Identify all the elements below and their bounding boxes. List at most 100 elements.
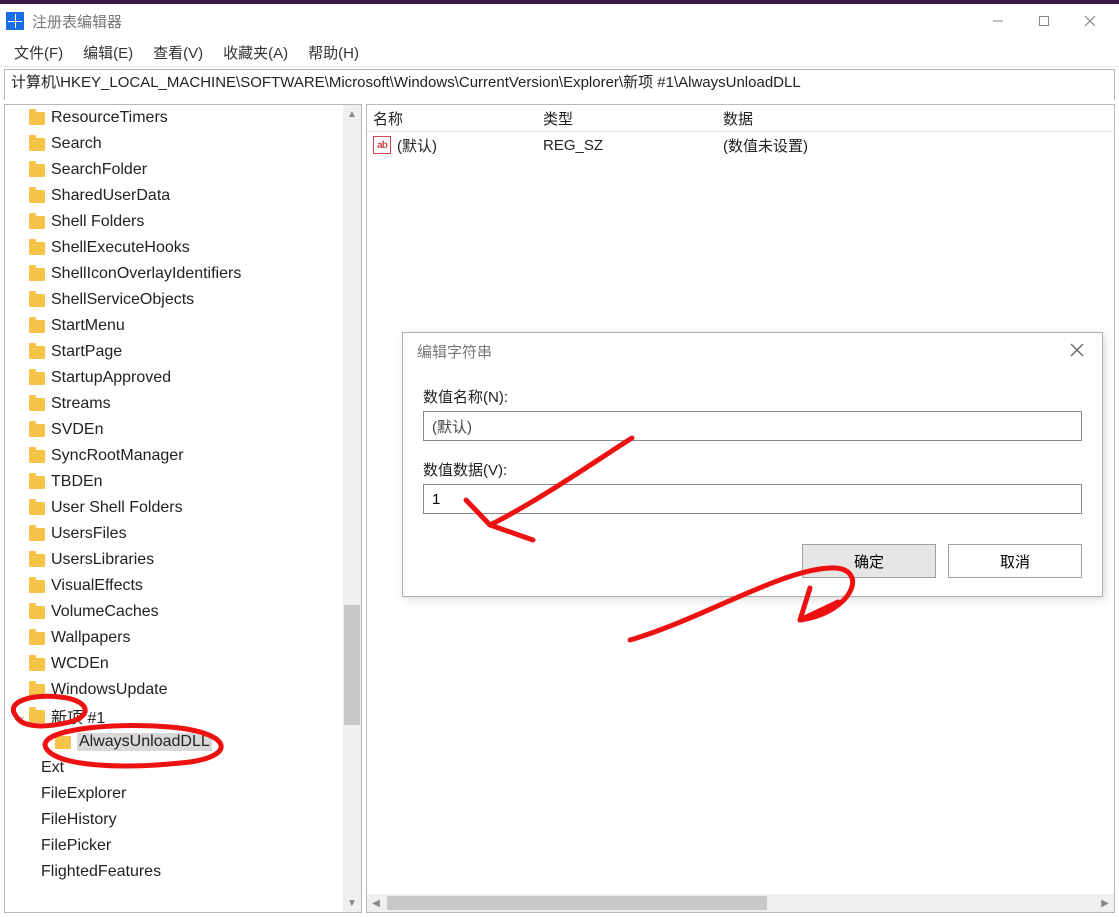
tree-item-label: Shell Folders [51,213,144,231]
tree-item[interactable]: TBDEn [5,469,343,495]
maximize-button[interactable] [1021,6,1067,36]
tree-item-label: UsersFiles [51,525,127,543]
tree-item[interactable]: WCDEn [5,651,343,677]
tree-item-label: ShellIconOverlayIdentifiers [51,265,241,283]
folder-icon [29,528,45,541]
tree-item-label: VisualEffects [51,577,143,595]
ok-button[interactable]: 确定 [802,544,936,578]
tree-item-label: UsersLibraries [51,551,154,569]
tree-item[interactable]: StartupApproved [5,365,343,391]
tree-item-label: SharedUserData [51,187,170,205]
folder-icon [29,164,45,177]
tree-item[interactable]: UsersLibraries [5,547,343,573]
tree-item-label: StartPage [51,343,122,361]
edit-string-dialog: 编辑字符串 数值名称(N): 数值数据(V): 确定 取消 [402,332,1103,597]
value-name-label: 数值名称(N): [423,386,1082,407]
tree-item[interactable]: StartMenu [5,313,343,339]
col-header-data[interactable]: 数据 [723,108,1114,129]
folder-icon [29,580,45,593]
tree-item[interactable]: WindowsUpdate [5,677,343,703]
tree-items[interactable]: ResourceTimers SearchSearchFolder SharedUs… [5,105,343,912]
folder-icon [29,710,45,723]
scroll-thumb[interactable] [344,605,360,725]
address-bar[interactable]: 计算机\HKEY_LOCAL_MACHINE\SOFTWARE\Microsof… [4,69,1115,101]
title-bar: 注册表编辑器 [0,0,1119,38]
tree-item[interactable]: Streams [5,391,343,417]
tree-item[interactable]: FileHistory [5,807,343,833]
folder-icon [29,398,45,411]
tree-item[interactable]: ⌄新项 #1 [5,703,343,729]
tree-item-label: FlightedFeatures [41,863,161,881]
minimize-button[interactable] [975,6,1021,36]
value-data-label: 数值数据(V): [423,459,1082,480]
tree-item[interactable]: FilePicker [5,833,343,859]
tree-item[interactable]: ResourceTimers [5,105,343,131]
col-header-name[interactable]: 名称 [373,108,543,129]
cell-name: (默认) [397,135,543,156]
tree-item[interactable]: SyncRootManager [5,443,343,469]
dialog-close-button[interactable] [1064,341,1090,362]
hscroll-thumb[interactable] [387,896,767,910]
tree-item-label: ShellExecuteHooks [51,239,190,257]
tree-item-label: SyncRootManager [51,447,184,465]
folder-icon [29,658,45,671]
folder-icon [29,450,45,463]
close-icon [1084,15,1096,27]
tree-item[interactable]: AlwaysUnloadDLL [5,729,343,755]
cancel-button[interactable]: 取消 [948,544,1082,578]
close-button[interactable] [1067,6,1113,36]
tree-item[interactable]: VolumeCaches [5,599,343,625]
window-title: 注册表编辑器 [32,11,975,32]
tree-item[interactable]: Ext [5,755,343,781]
scroll-right-icon[interactable]: ▶ [1096,898,1114,909]
value-name-input[interactable] [423,411,1082,441]
dialog-buttons: 确定 取消 [403,528,1102,596]
tree-scrollbar[interactable]: ▲ ▼ [343,105,361,912]
tree-item[interactable]: ShellIconOverlayIdentifiers [5,261,343,287]
tree-item[interactable]: VisualEffects [5,573,343,599]
tree-item[interactable]: Search [5,131,343,157]
menu-edit[interactable]: 编辑(E) [73,40,143,65]
tree-item-label: SVDEn [51,421,103,439]
folder-icon [29,684,45,697]
tree-item[interactable]: User Shell Folders [5,495,343,521]
string-value-icon: ab [373,136,391,154]
tree-item[interactable]: FlightedFeatures [5,859,343,885]
tree-item[interactable]: FileExplorer [5,781,343,807]
tree-item-label: Wallpapers [51,629,130,647]
menu-file[interactable]: 文件(F) [4,40,73,65]
scroll-left-icon[interactable]: ◀ [367,898,385,909]
col-header-type[interactable]: 类型 [543,108,723,129]
tree-item[interactable]: ShellExecuteHooks [5,235,343,261]
menu-bar: 文件(F) 编辑(E) 查看(V) 收藏夹(A) 帮助(H) [0,38,1119,67]
list-row[interactable]: ab (默认) REG_SZ (数值未设置) [367,132,1114,158]
scroll-down-icon[interactable]: ▼ [343,894,361,912]
app-icon [6,12,24,30]
list-hscrollbar[interactable]: ◀ ▶ [367,894,1114,912]
tree-item[interactable]: UsersFiles [5,521,343,547]
tree-item-label: VolumeCaches [51,603,159,621]
menu-view[interactable]: 查看(V) [143,40,213,65]
value-data-input[interactable] [423,484,1082,514]
tree-item-label: User Shell Folders [51,499,183,517]
tree-item[interactable]: StartPage [5,339,343,365]
tree-item-label: WCDEn [51,655,109,673]
tree-item[interactable]: Shell Folders [5,209,343,235]
menu-favorites[interactable]: 收藏夹(A) [213,40,298,65]
tree-item[interactable]: ShellServiceObjects [5,287,343,313]
menu-help[interactable]: 帮助(H) [298,40,369,65]
folder-icon [29,242,45,255]
scroll-up-icon[interactable]: ▲ [343,105,361,123]
dialog-body: 数值名称(N): 数值数据(V): [403,370,1102,528]
folder-icon [29,268,45,281]
tree-item-label: FileHistory [41,811,117,829]
tree-item-label: FileExplorer [41,785,126,803]
tree-item-label: 新项 #1 [51,704,105,728]
folder-icon [29,346,45,359]
tree-item[interactable]: Wallpapers [5,625,343,651]
tree-item[interactable]: SharedUserData [5,183,343,209]
tree-item[interactable]: SVDEn [5,417,343,443]
tree-item-label: ResourceTimers [51,109,168,127]
tree-item[interactable]: SearchFolder [5,157,343,183]
dialog-titlebar[interactable]: 编辑字符串 [403,333,1102,370]
